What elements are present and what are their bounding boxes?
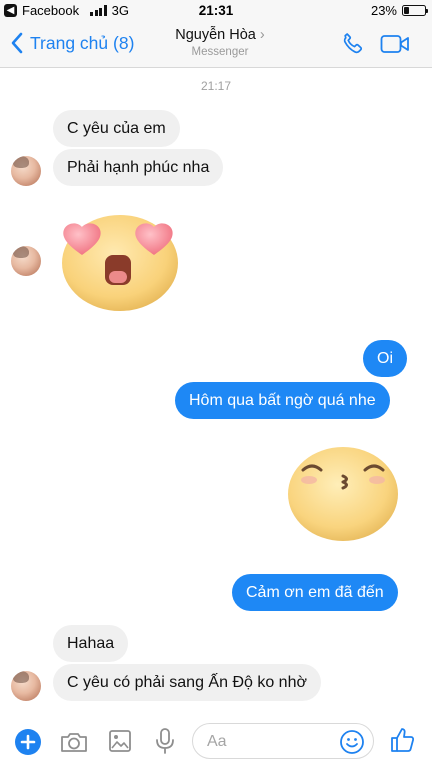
contact-avatar[interactable] [11, 246, 41, 276]
emoji-icon[interactable] [339, 729, 365, 755]
message-incoming[interactable]: C yêu có phải sang Ấn Độ ko nhờ [53, 664, 321, 701]
message-composer [0, 714, 432, 768]
microphone-icon[interactable] [154, 727, 176, 755]
thumbs-up-icon[interactable] [390, 726, 416, 754]
plus-icon[interactable] [14, 728, 42, 756]
status-time: 21:31 [198, 3, 234, 18]
contact-subtitle: Messenger [191, 46, 249, 58]
conversation-header: Trang chủ (8) Nguyễn Hòa › Messenger [0, 22, 432, 68]
back-button-label: Trang chủ (8) [30, 32, 135, 53]
conversation-timestamp: 21:17 [200, 79, 232, 93]
back-button[interactable]: Trang chủ (8) [10, 32, 134, 54]
video-camera-icon[interactable] [380, 34, 410, 54]
message-incoming[interactable]: Hahaa [53, 625, 129, 662]
phone-icon[interactable] [340, 31, 366, 57]
message-incoming[interactable]: C yêu của em [53, 110, 180, 147]
contact-avatar[interactable] [11, 156, 41, 186]
kissing-emoji-sticker[interactable] [283, 440, 403, 545]
contact-avatar[interactable] [11, 671, 41, 701]
battery-icon [402, 5, 428, 16]
chevron-left-icon [11, 32, 23, 54]
message-incoming[interactable]: Phải hạnh phúc nha [53, 149, 224, 186]
message-outgoing[interactable]: Hôm qua bất ngờ quá nhe [175, 382, 390, 419]
chevron-right-icon: › [259, 27, 265, 43]
status-bar: ◀ Facebook 3G 21:31 23% [0, 0, 432, 22]
message-input-wrapper[interactable] [192, 723, 374, 759]
camera-icon[interactable] [59, 730, 89, 754]
status-right: 23% [370, 3, 428, 18]
contact-title[interactable]: Nguyễn Hòa › Messenger [130, 27, 310, 58]
contact-name: Nguyễn Hòa [175, 27, 256, 43]
message-outgoing[interactable]: Cảm ơn em đã đến [232, 574, 398, 611]
heart-eyes-emoji-sticker[interactable] [54, 205, 184, 315]
message-outgoing[interactable]: Oi [363, 340, 407, 377]
battery-percent: 23% [370, 3, 397, 18]
image-icon[interactable] [108, 729, 132, 753]
message-input[interactable] [207, 731, 337, 753]
